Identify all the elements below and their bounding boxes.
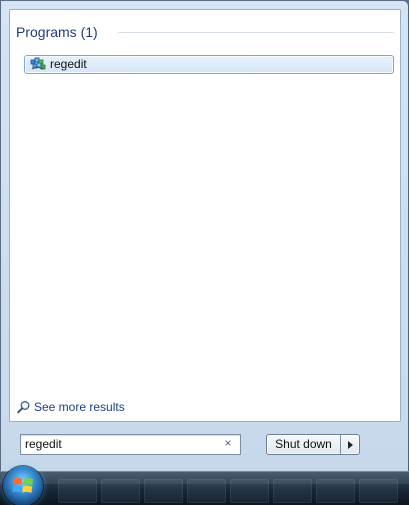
desktop-screen: Programs (1) regedit See more results re… <box>0 0 409 505</box>
taskbar-slot[interactable] <box>101 479 140 503</box>
taskbar-slot[interactable] <box>144 479 183 503</box>
search-results-pane: Programs (1) regedit See more results <box>9 9 401 422</box>
program-result-label: regedit <box>50 57 87 71</box>
programs-section-header: Programs (1) <box>16 23 396 43</box>
shutdown-button-group: Shut down <box>266 434 360 455</box>
see-more-results-link[interactable]: See more results <box>16 399 146 417</box>
taskbar-slot[interactable] <box>316 479 355 503</box>
taskbar-slot[interactable] <box>359 479 398 503</box>
program-result-regedit[interactable]: regedit <box>24 55 394 74</box>
start-search-box[interactable]: × <box>20 434 241 455</box>
shutdown-options-button[interactable] <box>342 435 359 454</box>
start-search-input[interactable] <box>25 437 213 452</box>
taskbar-slot[interactable] <box>273 479 312 503</box>
taskbar <box>0 471 409 505</box>
search-icon <box>17 401 30 414</box>
taskbar-slot[interactable] <box>58 479 97 503</box>
programs-header-divider <box>118 32 394 33</box>
taskbar-slot[interactable] <box>230 479 269 503</box>
windows-logo-icon <box>12 477 33 493</box>
clear-search-icon[interactable]: × <box>222 436 234 451</box>
start-button[interactable] <box>3 466 43 505</box>
regedit-icon <box>30 57 46 70</box>
see-more-results-label: See more results <box>34 400 125 414</box>
start-menu: Programs (1) regedit See more results re… <box>0 0 409 473</box>
shutdown-button[interactable]: Shut down <box>267 435 341 454</box>
programs-header-label: Programs (1) <box>16 24 98 40</box>
triangle-right-icon <box>348 441 353 449</box>
taskbar-slot[interactable] <box>187 479 226 503</box>
